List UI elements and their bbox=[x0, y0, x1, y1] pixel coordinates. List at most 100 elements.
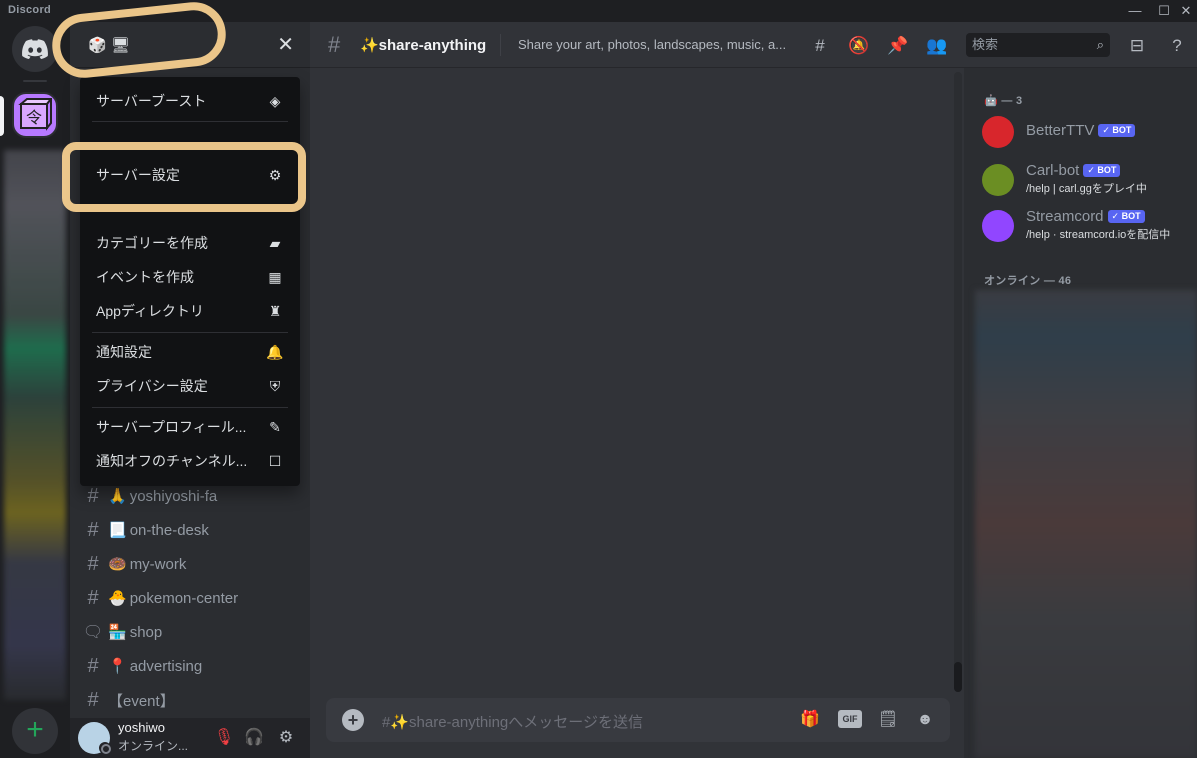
dice-server-icon: 令 bbox=[18, 98, 52, 131]
channel-item[interactable]: 🗨 🏪 shop bbox=[78, 616, 302, 648]
member-item[interactable]: Streamcord ✓ BOT /help · streamcord.ioを配信… bbox=[980, 204, 1190, 248]
message-composer[interactable]: + #✨share-anythingへメッセージを送信 🎁 GIF 🗒 ☻ bbox=[326, 698, 950, 742]
scrollbar-track[interactable] bbox=[954, 72, 962, 692]
server-dropdown-menu: サーバーブースト ◈ サーバー設定 ⚙ カテゴリーを作成 ▰ イベントを作成 ▦… bbox=[80, 77, 300, 486]
add-server-button[interactable]: + bbox=[12, 708, 58, 754]
server-header[interactable]: 🎲 🖥 ✕ bbox=[70, 22, 310, 68]
upload-plus-icon[interactable]: + bbox=[342, 709, 364, 731]
robot-icon: ♜ bbox=[268, 302, 282, 319]
mute-mic-icon[interactable]: 🎙 bbox=[212, 726, 236, 750]
discord-home-button[interactable] bbox=[12, 26, 58, 72]
emoji-icon[interactable]: ☻ bbox=[913, 709, 937, 731]
menu-item-label: サーバープロフィール... bbox=[96, 419, 247, 435]
search-input[interactable]: 検索 ⌕ bbox=[966, 33, 1110, 57]
menu-item-app-directory[interactable]: Appディレクトリ ♜ bbox=[88, 295, 292, 327]
notification-mute-icon[interactable]: 🔕 bbox=[847, 34, 871, 58]
menu-divider bbox=[92, 121, 288, 122]
close-window-button[interactable]: ✕ bbox=[1172, 2, 1197, 20]
avatar bbox=[982, 210, 1014, 242]
calendar-plus-icon: ▦ bbox=[268, 268, 282, 285]
bell-icon: 🔔 bbox=[266, 343, 284, 360]
server-name: 🎲 🖥 bbox=[88, 37, 130, 54]
channel-item[interactable]: # 📃 on-the-desk bbox=[78, 514, 302, 546]
headphones-icon[interactable]: 🎧 bbox=[242, 726, 266, 750]
menu-item-create-event[interactable]: イベントを作成 ▦ bbox=[88, 261, 292, 293]
member-name: Streamcord bbox=[1026, 208, 1104, 225]
menu-item-privacy-settings[interactable]: プライバシー設定 ⛨ bbox=[88, 370, 292, 402]
server-rail: 令 + bbox=[0, 22, 70, 758]
message-area bbox=[310, 68, 964, 758]
hash-icon: # bbox=[87, 552, 99, 575]
forum-icon: 🗨 bbox=[82, 624, 104, 641]
member-name-row: Streamcord ✓ BOT bbox=[1026, 208, 1145, 225]
menu-divider bbox=[92, 407, 288, 408]
menu-item-create-category[interactable]: カテゴリーを作成 ▰ bbox=[88, 227, 292, 259]
pin-icon[interactable]: 📌 bbox=[886, 34, 910, 58]
channel-emoji: 📍 bbox=[108, 658, 127, 675]
member-name-row: BetterTTV ✓ BOT bbox=[1026, 122, 1136, 139]
member-list-icon[interactable]: 👥 bbox=[925, 34, 949, 58]
member-activity: /help · streamcord.ioを配信中 bbox=[1026, 229, 1171, 241]
member-name-row: Carl-bot ✓ BOT bbox=[1026, 162, 1121, 179]
menu-item-label: イベントを作成 bbox=[96, 269, 194, 285]
server-icon-active[interactable]: 令 bbox=[12, 92, 58, 138]
menu-item-server-settings[interactable]: サーバー設定 ⚙ bbox=[88, 159, 292, 191]
channel-name: on-the-desk bbox=[129, 521, 209, 539]
menu-item-label: Appディレクトリ bbox=[96, 303, 204, 319]
inbox-icon[interactable]: ⊟ bbox=[1125, 34, 1149, 58]
title-bar: Discord — ☐ ✕ bbox=[0, 0, 1197, 22]
user-status-text: オンライン... bbox=[118, 739, 189, 753]
help-icon[interactable]: ? bbox=[1165, 34, 1189, 58]
channel-emoji: 🏪 bbox=[108, 624, 127, 641]
blurred-server-list bbox=[4, 150, 66, 700]
member-group-online: オンライン — 46 bbox=[984, 275, 1072, 287]
menu-item-label: カテゴリーを作成 bbox=[96, 235, 208, 251]
menu-item-muted-channels[interactable]: 通知オフのチャンネル... ☐ bbox=[88, 445, 292, 477]
message-input[interactable]: #✨share-anythingへメッセージを送信 bbox=[382, 711, 643, 732]
bot-badge: ✓ BOT bbox=[1083, 164, 1121, 177]
channel-emoji: 🐣 bbox=[108, 590, 127, 607]
boost-icon: ◈ bbox=[269, 92, 281, 109]
channel-name: shop bbox=[129, 623, 163, 641]
svg-text:令: 令 bbox=[26, 108, 42, 127]
threads-icon[interactable]: # bbox=[808, 34, 832, 58]
sticker-icon[interactable]: 🗒 bbox=[876, 709, 900, 731]
menu-item-notification-settings[interactable]: 通知設定 🔔 bbox=[88, 336, 292, 368]
minimize-button[interactable]: — bbox=[1121, 2, 1149, 20]
channel-emoji: 🍩 bbox=[108, 556, 127, 573]
channel-name: advertising bbox=[129, 657, 203, 675]
menu-item-label: サーバー設定 bbox=[96, 167, 180, 183]
bot-badge: ✓ BOT bbox=[1107, 210, 1145, 223]
channel-emoji: 🙏 bbox=[108, 488, 127, 505]
gear-icon: ⚙ bbox=[268, 166, 282, 183]
menu-item-label: サーバーブースト bbox=[96, 93, 207, 109]
channel-name: my-work bbox=[129, 555, 187, 573]
channel-item[interactable]: # 🍩 my-work bbox=[78, 548, 302, 580]
gift-icon[interactable]: 🎁 bbox=[798, 709, 822, 731]
menu-item-server-profile[interactable]: サーバープロフィール... ✎ bbox=[88, 411, 292, 443]
discord-logo-icon bbox=[22, 39, 48, 59]
rail-divider bbox=[23, 80, 47, 82]
status-indicator bbox=[99, 742, 111, 754]
channel-name: 【event】 bbox=[108, 692, 175, 710]
channel-item[interactable]: # 🐣 pokemon-center bbox=[78, 582, 302, 614]
channel-name: yoshiyoshi-fa bbox=[129, 487, 218, 505]
pencil-icon: ✎ bbox=[269, 418, 281, 435]
menu-item-label: 通知オフのチャンネル... bbox=[96, 453, 248, 469]
gif-button[interactable]: GIF bbox=[838, 710, 862, 728]
member-item[interactable]: Carl-bot ✓ BOT /help | carl.ggをプレイ中 bbox=[980, 158, 1190, 202]
user-settings-gear-icon[interactable]: ⚙ bbox=[274, 726, 298, 750]
channel-item[interactable]: # 【event】 bbox=[78, 684, 302, 716]
hash-icon: # bbox=[87, 518, 99, 541]
avatar bbox=[982, 116, 1014, 148]
hash-icon: # bbox=[87, 484, 99, 507]
channel-header: # ✨share-anything Share your art, photos… bbox=[310, 22, 1197, 68]
close-icon[interactable]: ✕ bbox=[277, 32, 294, 57]
blurred-member-list bbox=[975, 290, 1197, 758]
scrollbar-thumb[interactable] bbox=[954, 662, 962, 692]
member-item[interactable]: BetterTTV ✓ BOT bbox=[980, 110, 1190, 154]
channel-topic[interactable]: Share your art, photos, landscapes, musi… bbox=[518, 37, 798, 52]
menu-item-server-boost[interactable]: サーバーブースト ◈ bbox=[88, 85, 292, 117]
channel-name: pokemon-center bbox=[129, 589, 239, 607]
channel-item[interactable]: # 📍 advertising bbox=[78, 650, 302, 682]
